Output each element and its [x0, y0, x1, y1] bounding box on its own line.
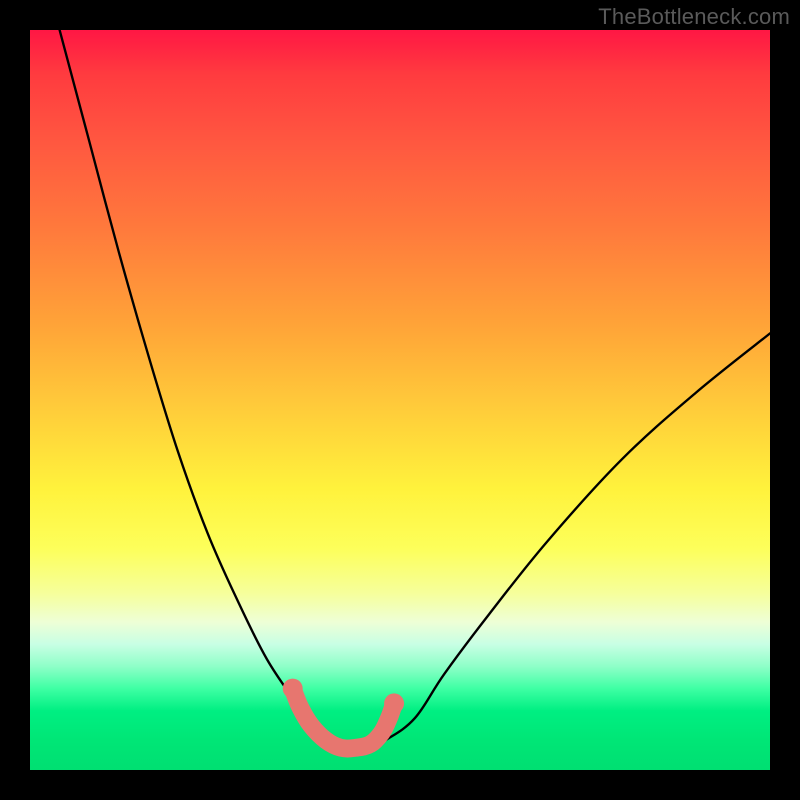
- chart-overlay: [30, 30, 770, 770]
- optimal-zone-marker: [293, 689, 394, 749]
- chart-frame: TheBottleneck.com: [0, 0, 800, 800]
- bottleneck-curve: [60, 30, 770, 748]
- marker-dot: [384, 693, 404, 713]
- marker-dot: [283, 679, 303, 699]
- watermark-text: TheBottleneck.com: [598, 4, 790, 30]
